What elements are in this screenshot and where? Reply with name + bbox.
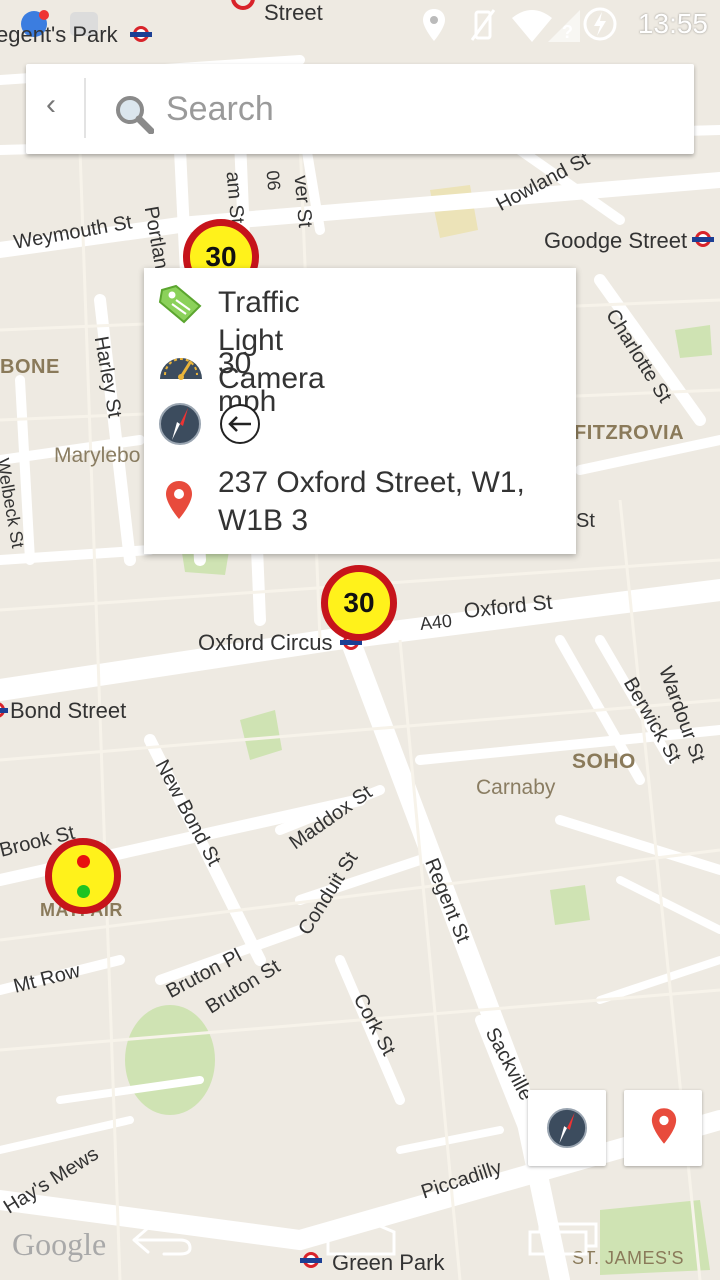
home-nav-icon[interactable] [322,1214,400,1258]
location-icon [423,9,445,41]
speedometer-icon [160,358,202,380]
map-label-soho: SOHO [572,750,636,773]
compass-icon [546,1107,588,1149]
map-label-marylebo: Marylebo [54,444,141,467]
traffic-light-camera-marker[interactable] [45,838,121,914]
map-label-goodge: Goodge Street [544,228,688,253]
arrow-left-circle-icon [220,404,260,444]
status-time: 13:55 [637,8,708,39]
map-label-st-right: St [576,510,595,532]
vibrate-off-icon [470,9,496,41]
search-input[interactable] [164,86,668,132]
status-bar: ? 13:55 [0,0,720,50]
map-label-ver-st: ver St [289,174,317,229]
back-nav-icon[interactable] [124,1222,196,1258]
battery-charging-icon [583,7,617,41]
navigation-bar [0,1200,720,1280]
speed-camera-marker[interactable]: 30 [321,565,397,641]
map-label-06: 06 [262,169,285,192]
map-label-carnaby: Carnaby [476,776,556,799]
location-pin-icon [651,1108,677,1144]
recents-nav-icon[interactable] [526,1218,600,1258]
camera-info-popup[interactable]: Traffic Light Camera 30 mph 237 Oxford S… [144,268,576,554]
compass-button[interactable] [528,1090,606,1166]
search-divider [84,78,86,138]
map-label-a40: A40 [418,610,453,634]
green-light-dot [77,885,90,898]
svg-text:?: ? [562,22,573,42]
search-icon [116,96,154,134]
search-bar: ‹ [26,64,694,154]
tag-icon [158,284,202,324]
signal-icon: ? [548,10,580,42]
map-label-fitzrovia: FITZROVIA [574,422,685,444]
tube-icon [692,231,718,249]
map-label-bond-street: Bond Street [10,698,127,723]
red-light-dot [77,855,90,868]
popup-address-label: 237 Oxford Street, W1, W1B 3 [218,466,525,537]
location-pin-icon [166,481,192,519]
compass-icon [159,403,201,445]
map-label-am-st: am St [221,170,249,225]
map-label-oxford-circus: Oxford Circus [198,630,333,655]
back-chevron-icon[interactable]: ‹ [46,88,56,122]
my-location-button[interactable] [624,1090,702,1166]
map-label-bone: BONE [0,356,60,378]
